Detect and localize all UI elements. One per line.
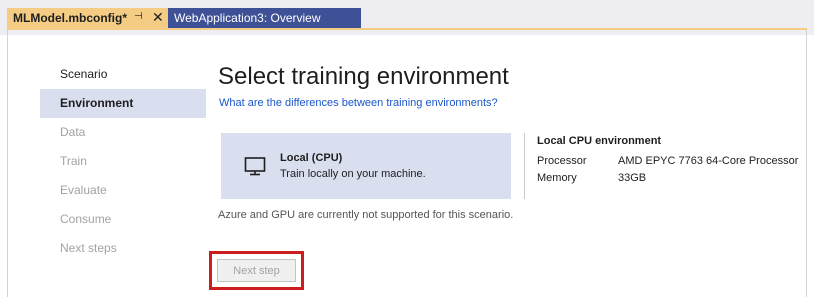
active-tab-underline	[7, 28, 807, 30]
tab-label: WebApplication3: Overview	[174, 11, 321, 25]
option-title: Local (CPU)	[280, 152, 343, 164]
tab-mlmodel-mbconfig[interactable]: MLModel.mbconfig* ⊣ ✕	[7, 8, 168, 28]
option-description: Train locally on your machine.	[280, 168, 426, 180]
tab-webapplication3-overview[interactable]: WebApplication3: Overview	[168, 8, 361, 28]
frame-border-left	[7, 30, 8, 297]
page-title: Select training environment	[218, 63, 509, 90]
document-tab-strip: MLModel.mbconfig* ⊣ ✕ WebApplication3: O…	[0, 0, 814, 35]
environment-option-local-cpu[interactable]: Local (CPU) Train locally on your machin…	[221, 133, 511, 199]
next-step-button[interactable]: Next step	[217, 259, 296, 282]
wizard-step-nav: Scenario Environment Data Train Evaluate…	[40, 60, 206, 263]
details-row-memory: Memory 33GB	[537, 172, 798, 184]
tab-label: MLModel.mbconfig*	[13, 11, 127, 25]
nav-item-data: Data	[60, 125, 86, 139]
details-key: Memory	[537, 172, 577, 184]
monitor-icon	[244, 157, 266, 176]
close-icon[interactable]: ✕	[152, 9, 164, 25]
nav-item-next-steps: Next steps	[60, 241, 117, 255]
details-row-processor: Processor AMD EPYC 7763 64-Core Processo…	[537, 155, 798, 167]
details-value: 33GB	[618, 172, 647, 184]
nav-item-consume: Consume	[60, 212, 112, 226]
nav-item-evaluate: Evaluate	[60, 183, 107, 197]
details-value: AMD EPYC 7763 64-Core Processor	[618, 155, 799, 167]
nav-item-environment[interactable]: Environment	[40, 89, 206, 118]
environment-details: Local CPU environment Processor AMD EPYC…	[537, 133, 798, 184]
details-title: Local CPU environment	[537, 135, 662, 147]
details-divider	[524, 133, 525, 199]
frame-border-right	[806, 30, 807, 297]
pin-icon[interactable]: ⊣	[134, 11, 143, 22]
details-key: Processor	[537, 155, 587, 167]
nav-item-scenario[interactable]: Scenario	[40, 60, 206, 89]
training-environments-help-link[interactable]: What are the differences between trainin…	[219, 97, 498, 109]
nav-item-train: Train	[60, 154, 87, 168]
unsupported-note: Azure and GPU are currently not supporte…	[218, 209, 514, 221]
